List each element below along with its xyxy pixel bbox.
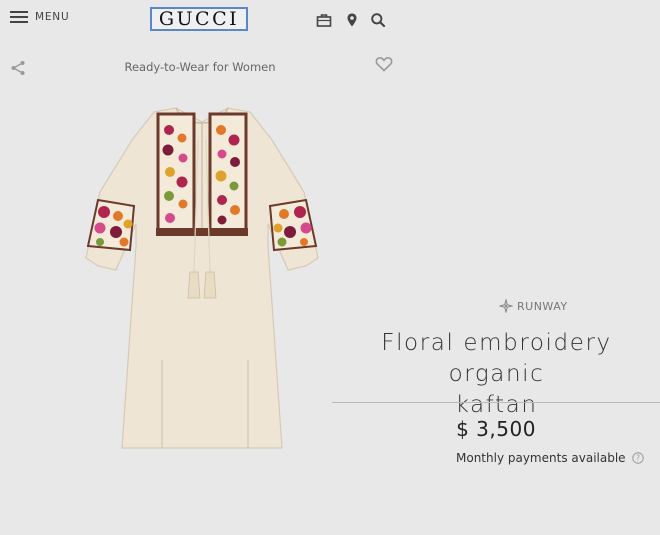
share-icon[interactable] — [10, 60, 26, 76]
product-title-line-1: Floral embroidery organic — [381, 330, 612, 387]
runway-link[interactable]: RUNWAY — [499, 299, 568, 313]
shopping-bag-icon[interactable] — [316, 12, 332, 28]
product-price: $ 3,500 — [456, 417, 536, 441]
divider — [332, 402, 660, 403]
location-pin-icon[interactable] — [344, 12, 360, 28]
monthly-payments-link[interactable]: Monthly payments available ? — [456, 451, 644, 465]
top-bar: MENU GUCCI — [0, 0, 400, 40]
help-icon[interactable]: ? — [631, 452, 644, 464]
breadcrumb[interactable]: Ready-to-Wear for Women — [100, 60, 300, 74]
menu-button[interactable]: MENU — [10, 11, 69, 23]
runway-icon — [499, 299, 513, 313]
runway-label: RUNWAY — [517, 299, 568, 313]
embroidered-sleeve-right — [268, 198, 318, 252]
hamburger-icon — [10, 11, 28, 23]
monthly-payments-label: Monthly payments available — [456, 451, 626, 465]
menu-label: MENU — [35, 11, 70, 23]
search-icon[interactable] — [370, 12, 386, 28]
product-image[interactable] — [72, 100, 332, 460]
product-title: Floral embroidery organic kaftan — [333, 328, 660, 421]
heart-icon[interactable] — [375, 56, 393, 72]
svg-text:?: ? — [636, 454, 640, 463]
embroidered-sleeve-left — [86, 198, 136, 252]
gucci-logo[interactable]: GUCCI — [150, 7, 248, 31]
